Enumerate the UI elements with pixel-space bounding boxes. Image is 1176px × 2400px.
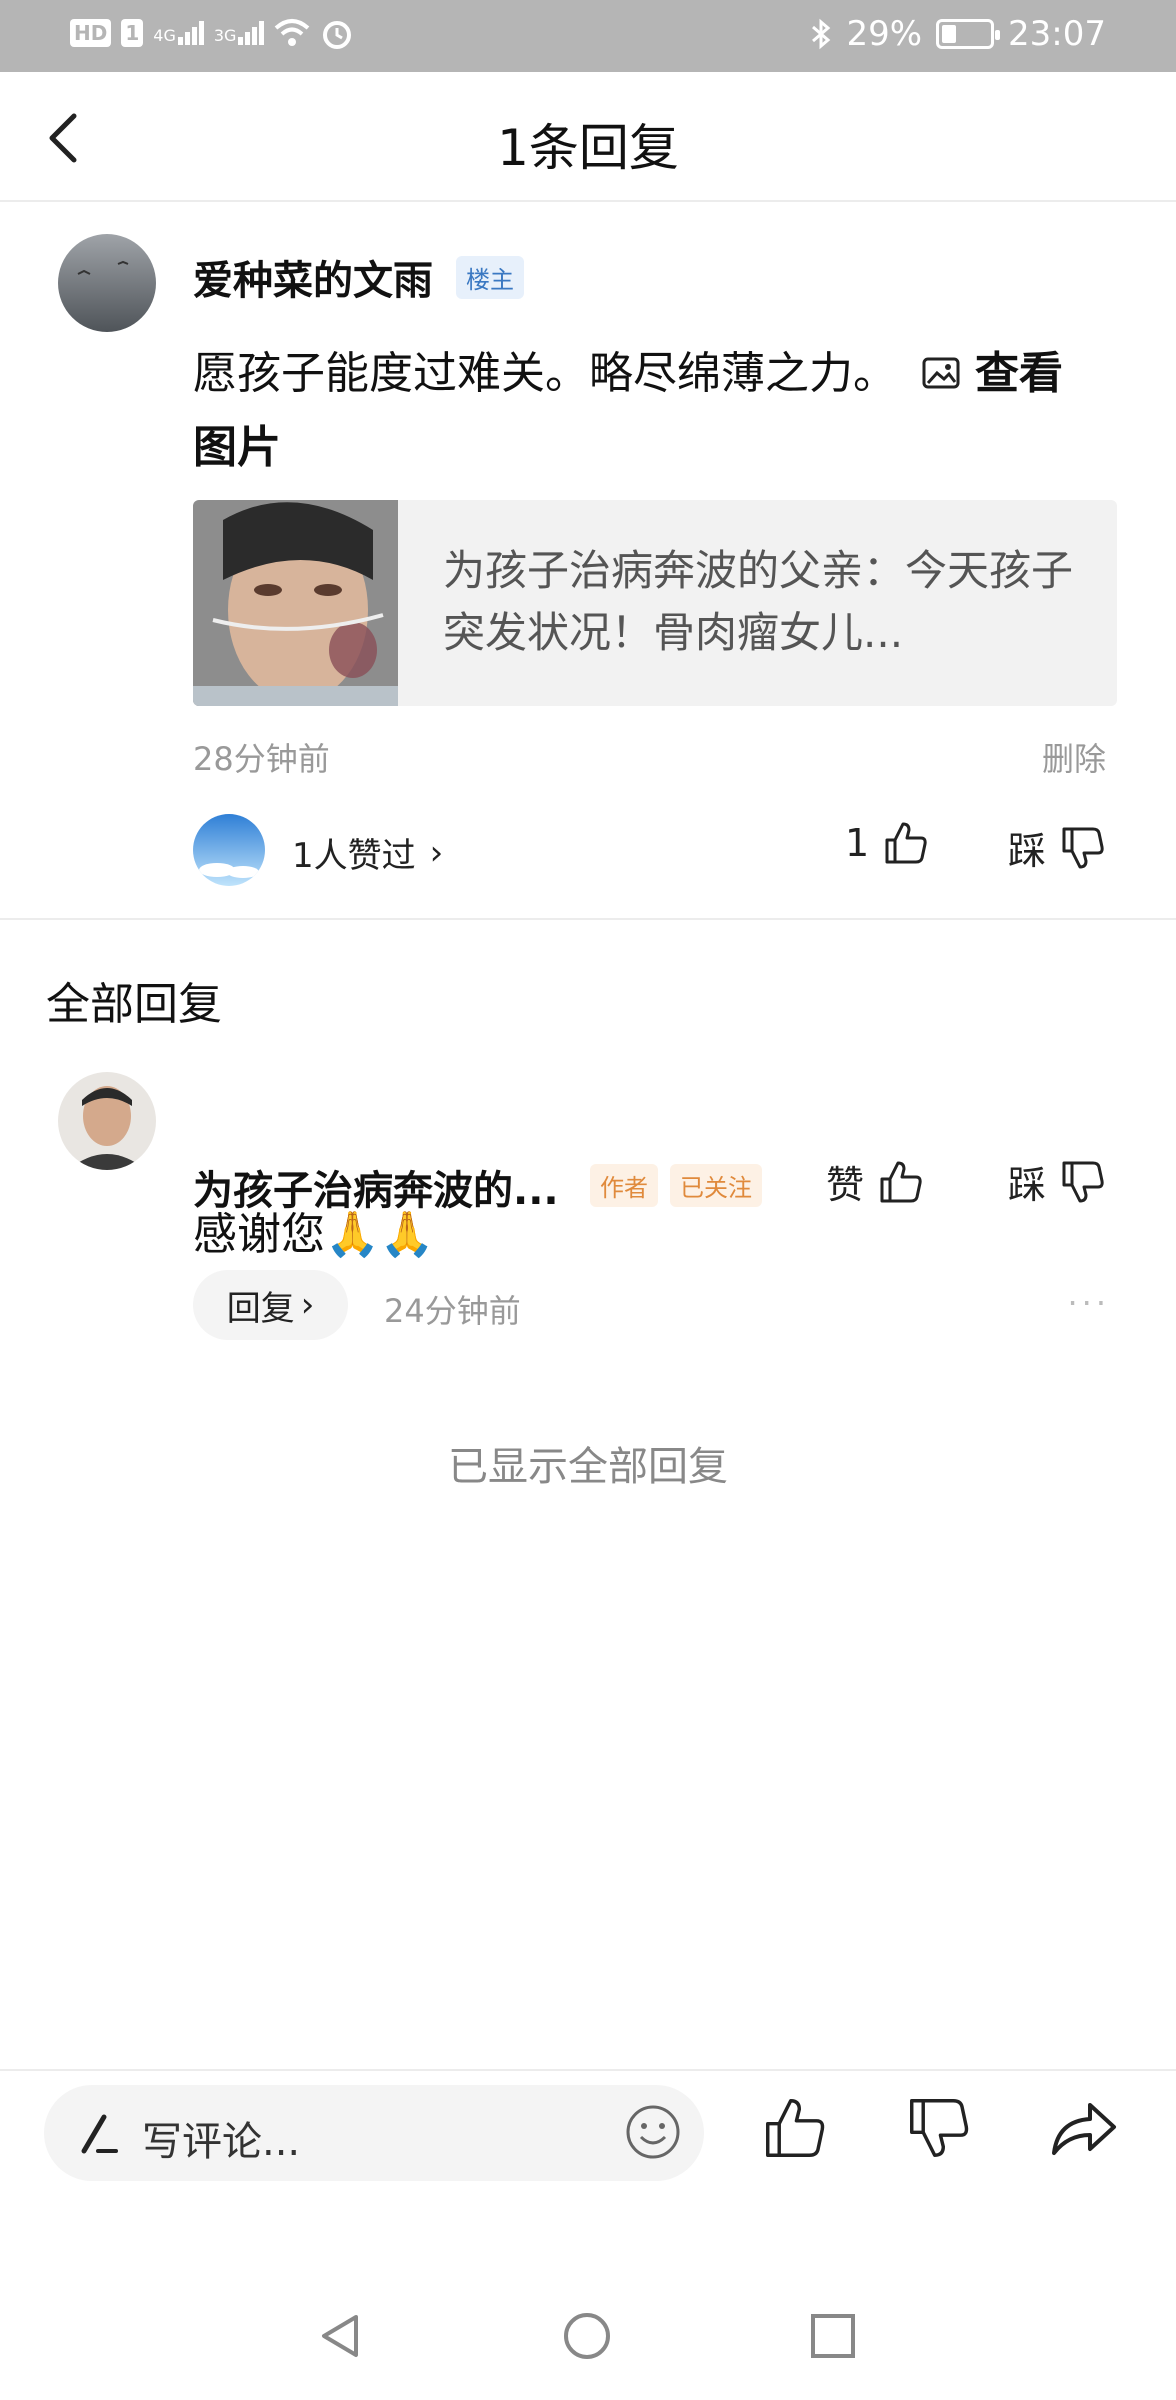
system-nav-bar	[0, 2271, 1176, 2400]
nav-recents-icon[interactable]	[808, 2311, 858, 2361]
likers-summary[interactable]: 1人赞过 ›	[292, 828, 443, 877]
wifi-icon	[275, 19, 310, 46]
like-count: 1	[845, 821, 870, 865]
signal-icon-2: 3G	[214, 21, 265, 45]
reply-button[interactable]: 回复 ›	[193, 1270, 348, 1340]
bottom-action-bar: 写评论...	[0, 2069, 1176, 2199]
comment-time: 28分钟前	[193, 740, 330, 778]
liker-avatar[interactable]	[193, 814, 265, 886]
dislike-button[interactable]: 踩	[1008, 820, 1106, 875]
alarm-icon	[323, 21, 352, 49]
owner-badge: 楼主	[456, 256, 524, 299]
battery-icon	[936, 19, 1001, 49]
thumbs-down-icon[interactable]	[906, 2095, 972, 2161]
reply-time: 24分钟前	[384, 1292, 521, 1330]
pen-icon	[81, 2114, 118, 2154]
battery-percent: 29%	[846, 14, 923, 54]
chevron-right-icon: ›	[300, 1285, 315, 1325]
comment-input[interactable]: 写评论...	[44, 2085, 704, 2181]
end-of-replies-note: 已显示全部回复	[448, 1444, 728, 1490]
reply-avatar[interactable]	[58, 1072, 156, 1170]
article-thumbnail	[193, 500, 398, 706]
emoji-icon[interactable]	[624, 2103, 682, 2161]
comment-text: 愿孩子能度过难关。略尽绵薄之力。 查看图片	[193, 348, 1063, 473]
avatar[interactable]	[58, 234, 156, 332]
clock: 23:07	[1008, 14, 1106, 54]
article-title: 为孩子治病奔波的父亲：今天孩子突发状况！骨肉瘤女儿...	[443, 546, 1074, 657]
reply-sheet: 1条回复 爱种菜的文雨 楼主 愿孩子能度过难关。略尽绵薄之力。 查看图片 为孩子…	[0, 72, 1176, 2400]
reply-text: 感谢您🙏🙏	[193, 1209, 435, 1260]
article-card[interactable]: 为孩子治病奔波的父亲：今天孩子突发状况！骨肉瘤女儿...	[193, 500, 1117, 706]
nav-back-icon[interactable]	[316, 2311, 366, 2361]
chevron-right-icon: ›	[429, 832, 444, 873]
comment-author[interactable]: 爱种菜的文雨	[193, 248, 433, 306]
status-left: HD 1 4G 3G	[70, 16, 354, 50]
comment-placeholder: 写评论...	[142, 2119, 301, 2165]
image-icon[interactable]	[921, 356, 961, 390]
section-divider	[0, 918, 1176, 920]
status-bar: HD 1 4G 3G 29% 23:07	[0, 0, 1176, 72]
page-title: 1条回复	[497, 119, 679, 177]
like-button[interactable]: 1	[845, 820, 929, 866]
sim-icon: 1	[121, 19, 144, 47]
delete-button[interactable]: 删除	[1042, 734, 1106, 780]
thumbs-up-icon[interactable]	[762, 2095, 828, 2161]
share-icon[interactable]	[1050, 2095, 1120, 2161]
signal-icon-1: 4G	[153, 21, 204, 45]
hd-icon: HD	[70, 19, 112, 47]
header: 1条回复	[0, 72, 1176, 202]
more-options-icon[interactable]: ···	[1067, 1284, 1110, 1322]
thumbs-up-icon	[885, 822, 927, 864]
bluetooth-icon	[812, 18, 831, 50]
thumbs-down-icon	[1062, 827, 1104, 868]
nav-home-icon[interactable]	[562, 2311, 612, 2361]
all-replies-title: 全部回复	[46, 979, 222, 1030]
status-right: 29% 23:07	[810, 14, 1106, 54]
